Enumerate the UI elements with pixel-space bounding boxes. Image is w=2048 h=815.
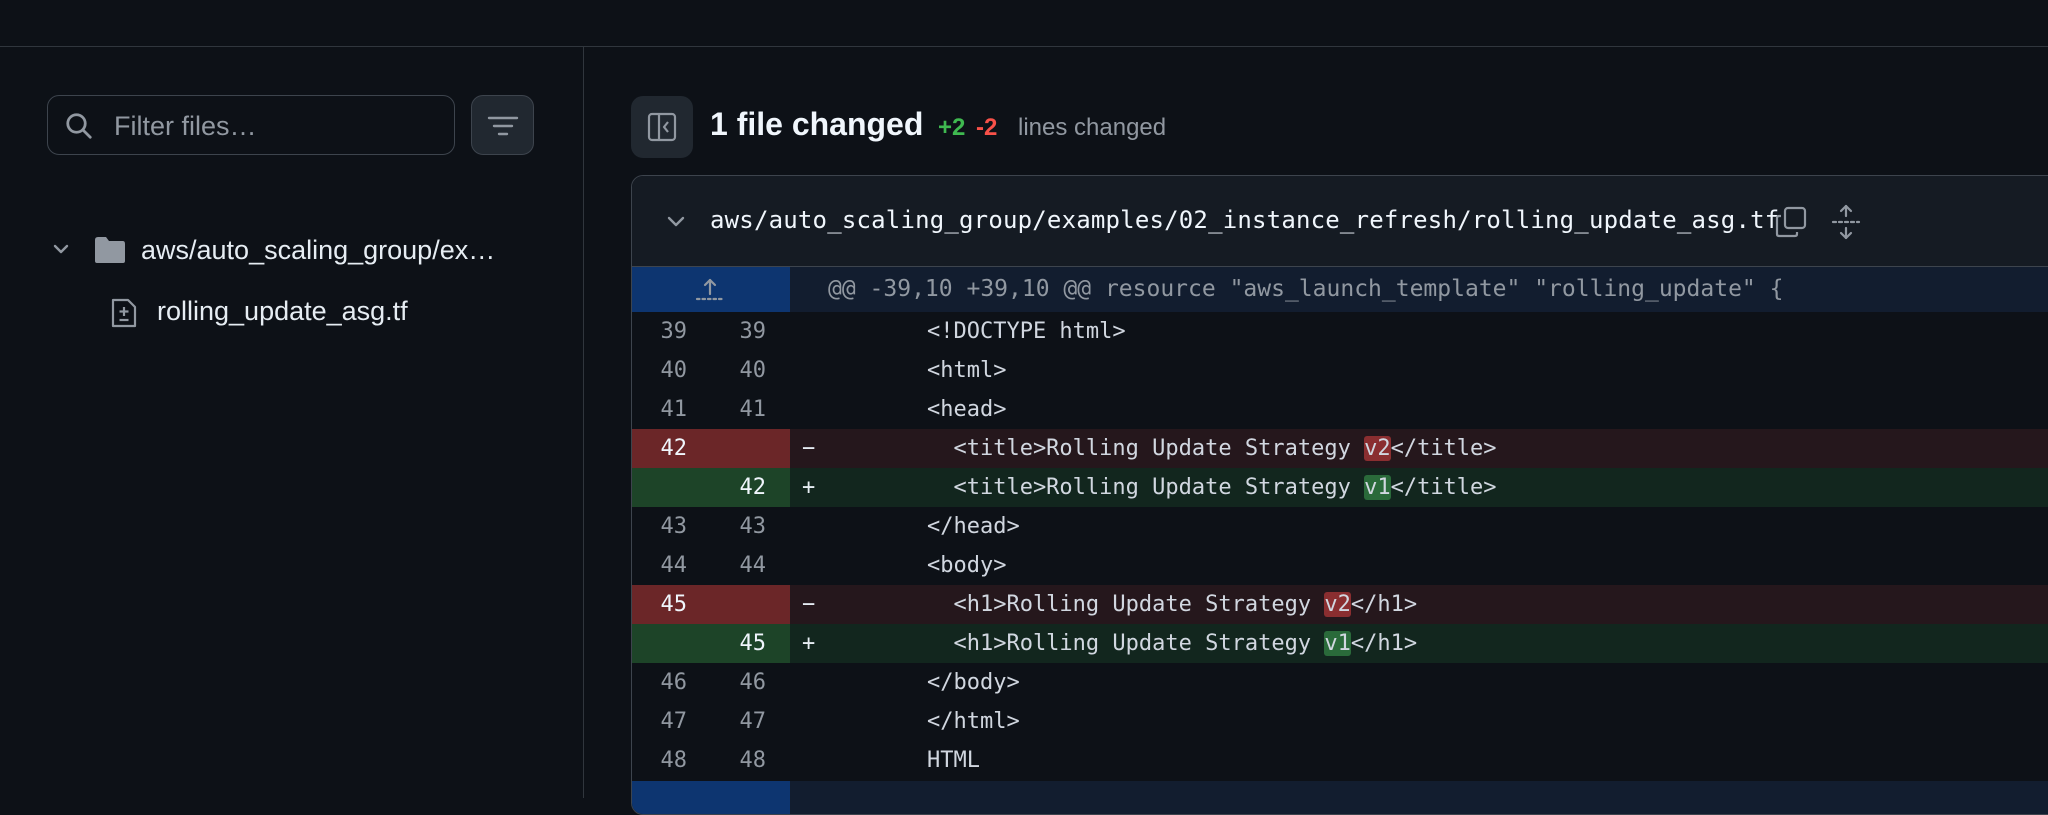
diff-line: 41 41 <head> <box>632 390 2048 429</box>
new-line-number[interactable]: 39 <box>711 312 767 351</box>
code-text: <title>Rolling Update Strategy v1</title… <box>874 468 1497 507</box>
code-text: <!DOCTYPE html> <box>874 319 1126 344</box>
additions-count: +2 <box>938 114 966 141</box>
tree-folder-item[interactable]: aws/auto_scaling_group/ex… <box>47 223 527 279</box>
code-text-suffix: </h1> <box>1350 592 1418 617</box>
new-line-number[interactable] <box>711 585 766 624</box>
file-tree-sidebar: aws/auto_scaling_group/ex… rolling_updat… <box>0 47 584 798</box>
file-label: rolling_update_asg.tf <box>157 296 408 326</box>
top-bar <box>0 0 2048 47</box>
old-line-number[interactable]: 39 <box>632 312 688 351</box>
chevron-down-icon[interactable] <box>665 210 687 232</box>
changed-word-highlight: v2 <box>1364 436 1391 461</box>
code-text: <body> <box>874 553 1007 578</box>
diff-line: 43 43 </head> <box>632 507 2048 546</box>
new-line-number[interactable]: 47 <box>711 702 767 741</box>
filter-files-field[interactable] <box>47 95 455 155</box>
code-text-suffix: </h1> <box>1350 631 1418 656</box>
code-text: <title>Rolling Update Strategy v2</title… <box>874 429 1497 468</box>
new-line-number[interactable]: 44 <box>711 546 767 585</box>
diff-line-deleted: 42 − <title>Rolling Update Strategy v2</t… <box>632 429 2048 468</box>
folder-icon <box>95 237 125 263</box>
filter-files-input[interactable] <box>112 104 436 148</box>
code-text-prefix: <title>Rolling Update Strategy <box>874 436 1365 461</box>
diff-sign: − <box>802 436 816 461</box>
changed-word-highlight: v1 <box>1324 631 1351 656</box>
diff-line: 47 47 </html> <box>632 702 2048 741</box>
lines-changed-label: lines changed <box>1018 114 1167 141</box>
deletions-count: -2 <box>976 114 998 141</box>
copy-icon[interactable] <box>1774 205 1808 239</box>
old-line-number[interactable]: 40 <box>632 351 688 390</box>
new-line-number[interactable]: 45 <box>711 624 767 663</box>
diff-line: 48 48 HTML <box>632 741 2048 780</box>
new-line-number[interactable]: 40 <box>711 351 767 390</box>
code-text-prefix: <title>Rolling Update Strategy <box>874 475 1365 500</box>
diff-line: 44 44 <body> <box>632 546 2048 585</box>
file-diff-card: aws/auto_scaling_group/examples/02_insta… <box>631 175 2048 815</box>
code-text: <html> <box>874 358 1007 383</box>
code-text: <h1>Rolling Update Strategy v2</h1> <box>874 585 1417 624</box>
old-line-number[interactable]: 48 <box>632 741 688 780</box>
code-text: </head> <box>874 514 1020 539</box>
tree-file-item[interactable]: rolling_update_asg.tf <box>47 284 527 340</box>
new-line-number[interactable]: 41 <box>711 390 767 429</box>
sidebar-collapse-icon <box>647 112 677 142</box>
files-changed-title: 1 file changed <box>710 106 924 142</box>
filter-options-button[interactable] <box>471 95 534 155</box>
hunk-footer-row <box>632 781 2048 814</box>
old-line-number[interactable] <box>632 468 687 507</box>
old-line-number[interactable]: 45 <box>632 585 688 624</box>
new-line-number[interactable]: 46 <box>711 663 767 702</box>
diff-line-deleted: 45 − <h1>Rolling Update Strategy v2</h1> <box>632 585 2048 624</box>
diff-sign: + <box>802 475 816 500</box>
diff-sign: + <box>802 631 816 656</box>
hunk-header-text: @@ -39,10 +39,10 @@ resource "aws_launch… <box>828 276 1784 302</box>
toggle-file-tree-button[interactable] <box>631 96 693 158</box>
search-icon <box>66 113 92 139</box>
old-line-number[interactable]: 42 <box>632 429 688 468</box>
file-diff-icon <box>111 298 137 328</box>
diff-sign: − <box>802 592 816 617</box>
expand-up-icon[interactable] <box>694 276 726 304</box>
code-text: <head> <box>874 397 1007 422</box>
code-text-prefix: <h1>Rolling Update Strategy <box>874 592 1325 617</box>
expand-up-button[interactable] <box>632 267 790 312</box>
code-text: HTML <box>874 748 980 773</box>
code-text: </html> <box>874 709 1020 734</box>
expand-down-button[interactable] <box>632 781 790 814</box>
old-line-number[interactable]: 41 <box>632 390 688 429</box>
old-line-number[interactable]: 46 <box>632 663 688 702</box>
old-line-number[interactable]: 43 <box>632 507 688 546</box>
diff-line: 40 40 <html> <box>632 351 2048 390</box>
diff-line-added: 45 + <h1>Rolling Update Strategy v1</h1> <box>632 624 2048 663</box>
old-line-number[interactable]: 44 <box>632 546 688 585</box>
new-line-number[interactable]: 42 <box>711 468 767 507</box>
file-diff-header: aws/auto_scaling_group/examples/02_insta… <box>632 176 2048 267</box>
code-text-prefix: <h1>Rolling Update Strategy <box>874 631 1325 656</box>
code-text: <h1>Rolling Update Strategy v1</h1> <box>874 624 1417 663</box>
file-path[interactable]: aws/auto_scaling_group/examples/02_insta… <box>710 206 1779 234</box>
new-line-number[interactable] <box>711 429 766 468</box>
code-text: </body> <box>874 670 1020 695</box>
changed-word-highlight: v1 <box>1364 475 1391 500</box>
diff-line: 39 39 <!DOCTYPE html> <box>632 312 2048 351</box>
diff-line: 46 46 </body> <box>632 663 2048 702</box>
hunk-header-row: @@ -39,10 +39,10 @@ resource "aws_launch… <box>632 267 2048 312</box>
old-line-number[interactable]: 47 <box>632 702 688 741</box>
new-line-number[interactable]: 48 <box>711 741 767 780</box>
code-text-suffix: </title> <box>1390 436 1497 461</box>
code-text-suffix: </title> <box>1390 475 1497 500</box>
folder-label: aws/auto_scaling_group/ex… <box>141 235 496 265</box>
chevron-down-icon[interactable] <box>51 239 71 259</box>
old-line-number[interactable] <box>632 624 687 663</box>
new-line-number[interactable]: 43 <box>711 507 767 546</box>
expand-all-icon[interactable] <box>1829 204 1863 240</box>
changed-word-highlight: v2 <box>1324 592 1351 617</box>
diff-line-added: 42 + <title>Rolling Update Strategy v1</t… <box>632 468 2048 507</box>
filter-icon <box>487 116 519 136</box>
